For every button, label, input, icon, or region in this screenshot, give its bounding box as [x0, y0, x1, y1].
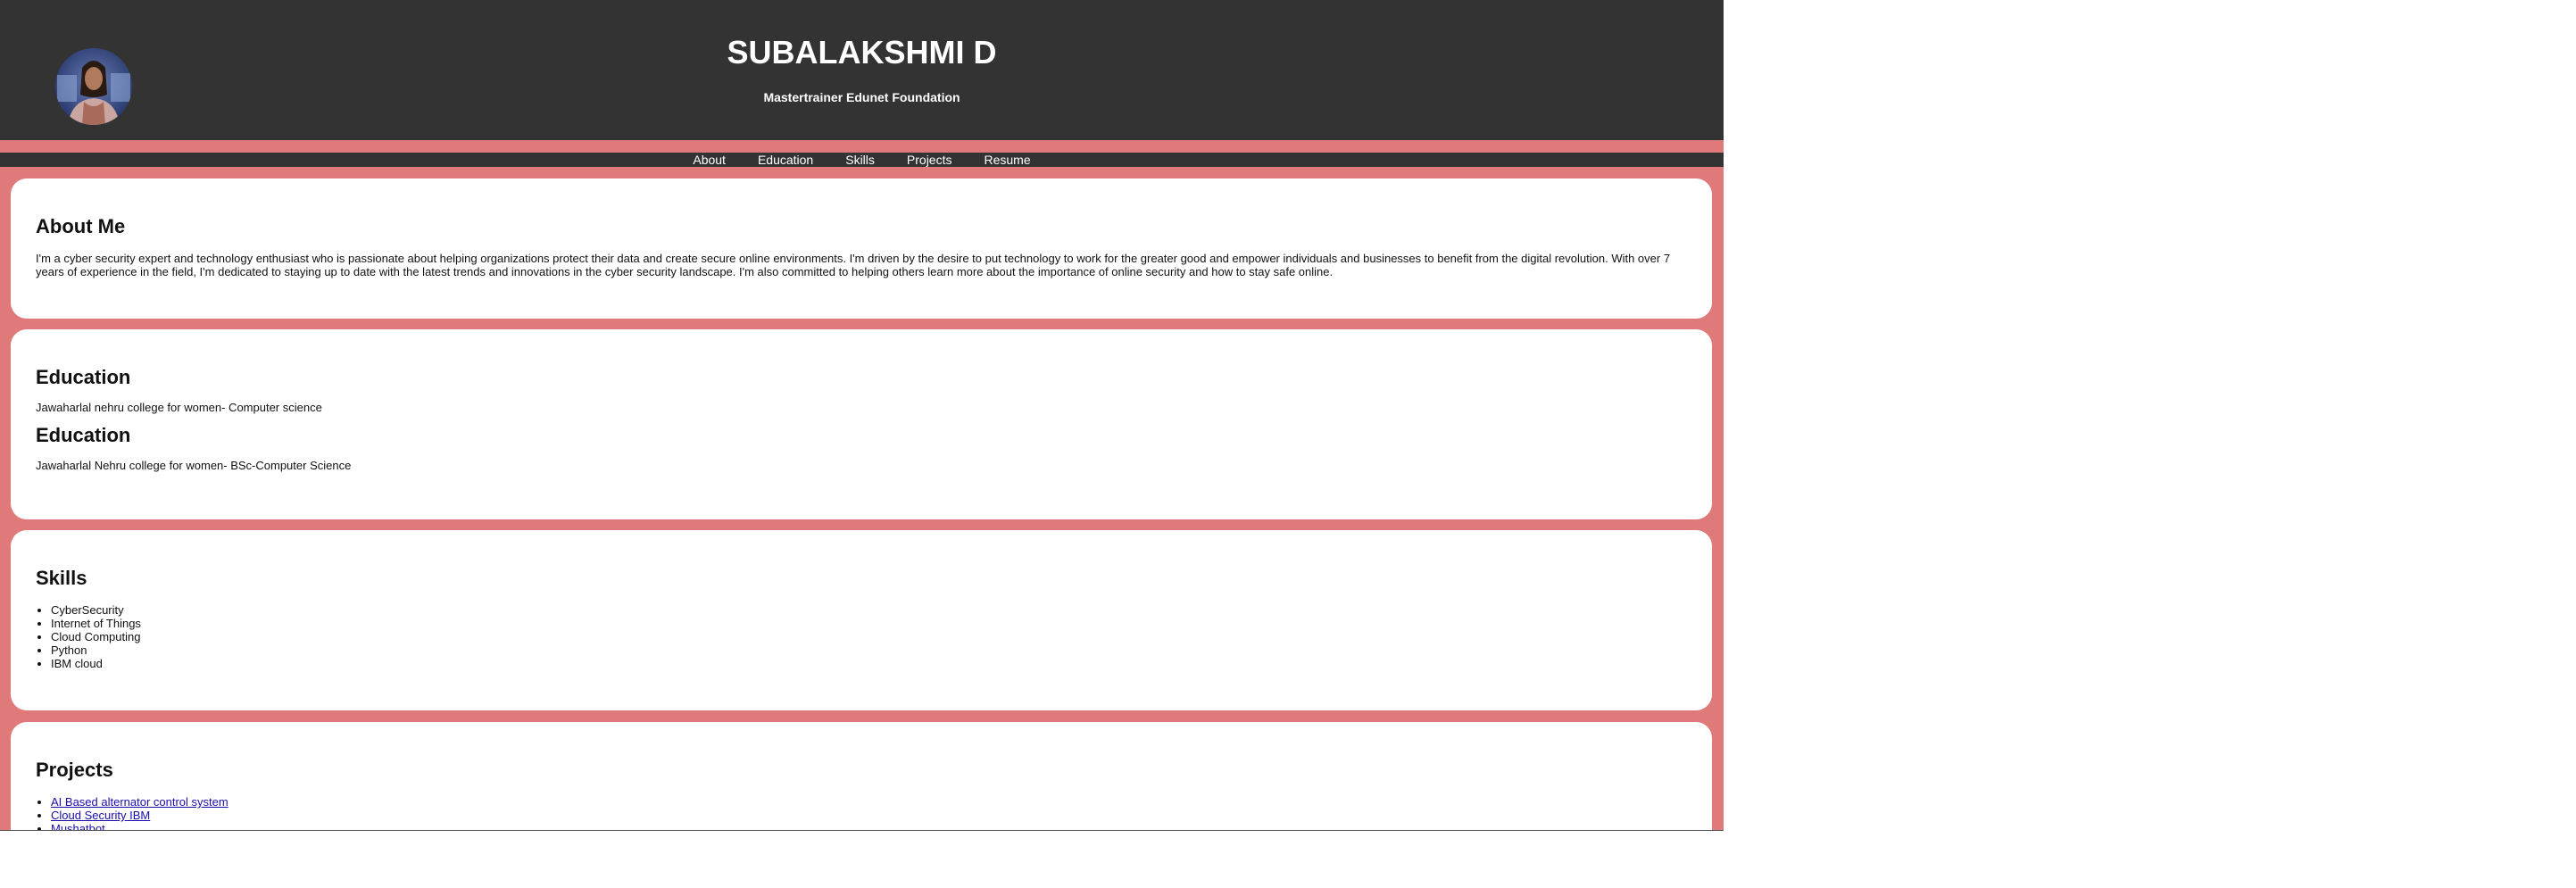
education-section: Education Jawaharlal nehru college for w… [11, 329, 1712, 519]
project-link[interactable]: AI Based alternator control system [51, 795, 229, 809]
nav-link-projects[interactable]: Projects [907, 153, 952, 167]
page-subtitle: Mastertrainer Edunet Foundation [763, 90, 960, 104]
projects-heading: Projects [36, 759, 113, 781]
skill-item: CyberSecurity [51, 603, 1687, 617]
education-entry: Jawaharlal Nehru college for women- BSc-… [36, 459, 352, 472]
projects-section: Projects AI Based alternator control sys… [11, 722, 1712, 830]
project-item: Mushatbot [51, 822, 1687, 830]
nav-link-about[interactable]: About [693, 153, 726, 167]
projects-list: AI Based alternator control system Cloud… [36, 795, 1687, 830]
top-nav: About Education Skills Projects Resume [0, 153, 1724, 167]
page-title: SUBALAKSHMI D [727, 34, 997, 71]
project-item: AI Based alternator control system [51, 795, 1687, 809]
education-entry: Jawaharlal nehru college for women- Comp… [36, 401, 322, 414]
skills-list: CyberSecurity Internet of Things Cloud C… [36, 603, 1687, 670]
project-link[interactable]: Mushatbot [51, 822, 105, 830]
about-text: I'm a cyber security expert and technolo… [36, 252, 1671, 278]
project-item: Cloud Security IBM [51, 809, 1687, 822]
about-heading: About Me [36, 215, 126, 237]
nav-link-skills[interactable]: Skills [845, 153, 875, 167]
skills-heading: Skills [36, 567, 87, 589]
skill-item: IBM cloud [51, 657, 1687, 670]
site-header: SUBALAKSHMI D Mastertrainer Edunet Found… [0, 0, 1724, 140]
skill-item: Cloud Computing [51, 630, 1687, 643]
project-link[interactable]: Cloud Security IBM [51, 809, 150, 822]
skill-item: Internet of Things [51, 617, 1687, 630]
nav-link-resume[interactable]: Resume [984, 153, 1030, 167]
skills-section: Skills CyberSecurity Internet of Things … [11, 530, 1712, 710]
page-viewport: SUBALAKSHMI D Mastertrainer Edunet Found… [0, 0, 1724, 831]
education-heading: Education [36, 366, 131, 388]
nav-link-education[interactable]: Education [758, 153, 813, 167]
skill-item: Python [51, 643, 1687, 657]
education-heading: Education [36, 424, 131, 446]
about-section: About Me I'm a cyber security expert and… [11, 178, 1712, 319]
